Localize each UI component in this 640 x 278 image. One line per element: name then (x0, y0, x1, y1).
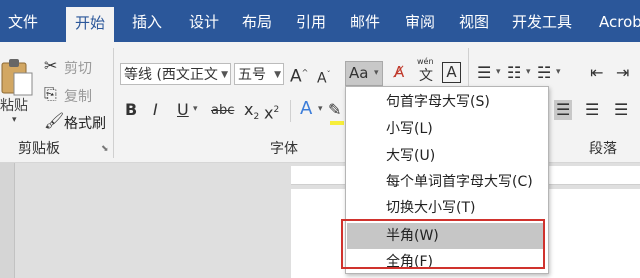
grow-font-icon[interactable]: A^ (290, 63, 308, 87)
tab-layout[interactable]: 布局 (242, 0, 272, 42)
shrink-font-icon[interactable]: Aˇ (317, 65, 331, 89)
tab-mailings[interactable]: 邮件 (350, 0, 380, 42)
separator (290, 100, 291, 122)
tab-references[interactable]: 引用 (296, 0, 326, 42)
bold-button[interactable]: B (125, 100, 137, 120)
character-border-button[interactable]: A (442, 62, 461, 83)
change-case-button[interactable]: Aa ▾ (345, 61, 383, 86)
chevron-down-icon: ▼ (274, 70, 281, 80)
chevron-down-icon: ▾ (374, 68, 379, 78)
tab-view[interactable]: 视图 (459, 0, 489, 42)
dialog-launcher-icon[interactable]: ⬊ (101, 144, 109, 154)
multilevel-list-icon[interactable]: ☵ (537, 63, 551, 83)
paste-label: 粘贴 (0, 98, 28, 114)
decrease-indent-icon[interactable]: ⇤ (590, 63, 603, 83)
font-group-label: 字体 (270, 141, 298, 157)
line-spacing-icon[interactable]: ☰ (614, 100, 628, 120)
paragraph-group-label: 段落 (589, 141, 617, 157)
cut-button[interactable]: 剪切 (64, 58, 92, 78)
font-size-combo[interactable]: 五号 ▼ (234, 63, 284, 85)
tab-file[interactable]: 文件 (8, 0, 38, 42)
group-separator (113, 48, 114, 158)
clipboard-group-label: 剪贴板 (18, 141, 60, 157)
tab-acrobat[interactable]: Acrob (599, 0, 640, 42)
menu-item-uppercase[interactable]: 大写(U) (386, 143, 435, 169)
strikethrough-button[interactable]: abc (211, 103, 234, 118)
chevron-down-icon: ▾ (526, 67, 531, 77)
increase-indent-icon[interactable]: ⇥ (616, 63, 629, 83)
tab-insert[interactable]: 插入 (132, 0, 162, 42)
chevron-down-icon: ▾ (556, 67, 561, 77)
font-name-combo[interactable]: 等线 (西文正文 ▼ (120, 63, 231, 85)
subscript-mark: 2 (253, 112, 260, 123)
tab-home[interactable]: 开始 (66, 7, 115, 42)
change-case-label: Aa (349, 64, 369, 82)
highlight-box (341, 219, 545, 269)
numbering-icon[interactable]: ☷ (507, 63, 521, 83)
phonetic-guide-button[interactable]: 文 (419, 66, 433, 86)
chevron-down-icon: ▾ (496, 67, 501, 77)
font-size-value: 五号 (238, 67, 266, 83)
underline-button[interactable]: U (177, 100, 189, 120)
menu-item-toggle-case[interactable]: 切换大小写(T) (386, 195, 475, 221)
bullets-icon[interactable]: ☰ (477, 63, 491, 83)
menu-item-capitalize[interactable]: 每个单词首字母大写(C) (386, 169, 533, 195)
superscript-button[interactable]: x2 (264, 100, 279, 123)
text-effects-icon[interactable]: A (300, 99, 312, 119)
copy-icon: ⎘ (44, 84, 57, 103)
chevron-down-icon: ▼ (221, 70, 228, 80)
subscript-button[interactable]: x2 (244, 100, 259, 127)
chevron-down-icon: ▾ (12, 115, 17, 125)
copy-button[interactable]: 复制 (64, 86, 92, 106)
clear-formatting-icon[interactable]: A̸ (394, 62, 404, 82)
menu-item-sentence-case[interactable]: 句首字母大写(S) (386, 89, 490, 115)
font-name-value: 等线 (西文正文 (124, 67, 218, 83)
tab-design[interactable]: 设计 (189, 0, 219, 42)
distributed-icon[interactable]: ☰ (585, 100, 599, 120)
menu-item-lowercase[interactable]: 小写(L) (386, 116, 433, 142)
italic-button[interactable]: I (153, 100, 158, 120)
clipboard-icon (1, 59, 33, 96)
phonetic-guide-pinyin: wén (417, 57, 434, 66)
scissors-icon: ✂ (44, 56, 58, 75)
chevron-down-icon: ▾ (193, 104, 198, 114)
highlight-icon[interactable]: ✎ (328, 100, 341, 120)
paste-button[interactable]: 粘贴 ▾ (0, 55, 36, 135)
superscript-mark: 2 (273, 105, 280, 115)
format-painter-button[interactable]: 格式刷 (64, 113, 106, 133)
justify-icon[interactable]: ☰ (554, 100, 573, 120)
highlight-color-swatch (330, 121, 344, 125)
format-painter-icon: 🖌 (44, 111, 65, 130)
vertical-ruler (0, 163, 15, 278)
chevron-down-icon: ▾ (318, 104, 323, 114)
tab-developer[interactable]: 开发工具 (512, 0, 572, 42)
tab-review[interactable]: 审阅 (405, 0, 435, 42)
